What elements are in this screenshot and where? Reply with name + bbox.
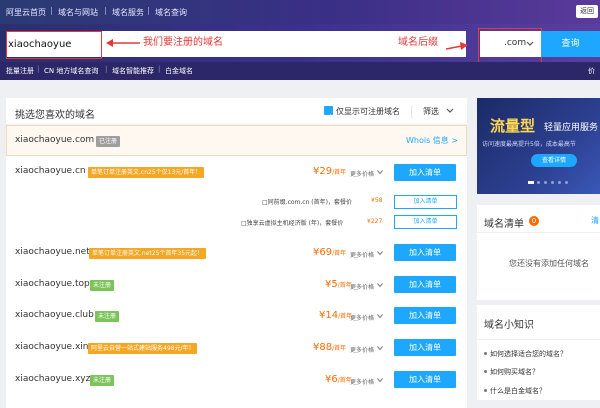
sort-dropdown[interactable]: 筛选 (423, 106, 439, 117)
price: ¥14/首年 (319, 310, 353, 321)
breadcrumb-current: 域名查询 (155, 8, 187, 17)
knowledge-link[interactable]: 什么是白金域名？ (490, 386, 546, 396)
combo-price: ¥227 (367, 218, 383, 225)
chevron-down-icon (377, 283, 383, 288)
status-badge: 未注册 (90, 375, 115, 386)
knowledge-title: 域名小知识 (484, 320, 534, 331)
combo-offer-text[interactable]: □同前缀.com.cn (首年)，套餐价 (262, 197, 352, 206)
add-to-list-button[interactable]: 加入清单 (394, 244, 456, 261)
domain-name: xiaochaoyue.xin (15, 342, 89, 352)
annotation-suffix: 域名后缀 (398, 37, 438, 48)
more-price-link[interactable]: 更多价格 (350, 313, 374, 322)
cart-clear-link[interactable]: 清 (591, 215, 599, 226)
knowledge-link[interactable]: 如何选择适合您的域名？ (490, 349, 567, 359)
price: ¥88/首年 (313, 342, 347, 353)
status-badge: 已注册 (96, 136, 121, 147)
cart-empty-message: 您还没有添加任何域名 (509, 259, 589, 268)
price: ¥6/首年 (325, 374, 352, 385)
breadcrumb-separator: | (50, 6, 53, 15)
return-button[interactable]: 返回 (576, 5, 598, 18)
chevron-down-icon (377, 251, 383, 256)
highlight-box-input (6, 31, 102, 59)
subnav-price-link[interactable]: 价 (588, 66, 595, 76)
add-to-list-button[interactable]: 加入清单 (394, 276, 456, 293)
domain-name: xiaochaoyue.xyz (15, 374, 91, 384)
subnav-cn-local[interactable]: CN 地方域名查询 (44, 66, 98, 76)
chevron-down-icon (446, 108, 454, 113)
subnav-smart-recommend[interactable]: 域名智能推荐 (112, 66, 154, 76)
subnav-platinum[interactable]: 白金域名 (165, 66, 193, 76)
breadcrumb-separator: | (104, 6, 107, 15)
more-price-link[interactable]: 更多价格 (350, 169, 374, 178)
whois-link[interactable]: Whois 信息 > (406, 135, 458, 146)
status-badge: 未注册 (95, 311, 120, 322)
add-to-list-button[interactable]: 加入清单 (394, 307, 456, 324)
bullet-icon (484, 389, 487, 392)
banner-subtitle: 轻量应用服务 (544, 123, 599, 133)
combo-add-button[interactable]: 加入清单 (394, 195, 457, 209)
domain-name: xiaochaoyue.cn (15, 166, 86, 176)
breadcrumb-service[interactable]: 域名服务 (112, 7, 144, 18)
breadcrumb-separator: | (147, 6, 150, 15)
domain-name: xiaochaoyue.com (15, 135, 95, 145)
cart-title: 域名清单 (484, 219, 524, 230)
status-badge: 未注册 (90, 280, 115, 291)
domain-name: xiaochaoyue.top (15, 279, 90, 289)
carousel-dot-active[interactable] (528, 181, 534, 184)
carousel-dot[interactable] (565, 181, 568, 184)
more-price-link[interactable]: 更多价格 (350, 377, 374, 386)
subnav-bulk-register[interactable]: 批量注册 (6, 66, 34, 76)
promo-badge: 单笔订单注册英文.cn25个仅13元/首年！ (88, 167, 205, 178)
carousel-dot[interactable] (551, 181, 554, 184)
more-price-link[interactable]: 更多价格 (350, 282, 374, 291)
highlight-box-suffix (478, 28, 542, 66)
bullet-icon (484, 370, 487, 373)
chevron-down-icon (377, 314, 383, 319)
search-button[interactable]: 查询 (541, 31, 600, 57)
carousel-dot[interactable] (537, 181, 540, 184)
add-to-list-button[interactable]: 加入清单 (394, 371, 456, 388)
more-price-link[interactable]: 更多价格 (350, 250, 374, 259)
price: ¥69/首年 (313, 247, 347, 258)
banner-description: 访问速度最高提升5倍，成本最高节 (482, 141, 576, 148)
promo-badge: 阿里云自营一站式建站服务498元/年！ (88, 343, 198, 354)
cart-count-badge: 0 (529, 216, 539, 226)
arrow-left-icon (106, 39, 140, 47)
promo-badge: 单笔订单注册英文.net25个首年35元起！ (89, 248, 207, 259)
domain-name: xiaochaoyue.club (15, 310, 94, 320)
subnav-separator: | (105, 65, 108, 73)
price: ¥29/首年 (313, 166, 347, 177)
banner-details-button[interactable]: 查看详情 (531, 154, 577, 167)
subnav-separator: | (158, 65, 161, 73)
more-price-link[interactable]: 更多价格 (350, 345, 374, 354)
add-to-list-button[interactable]: 加入清单 (394, 339, 456, 356)
combo-price: ¥58 (371, 197, 383, 204)
chevron-down-icon (377, 346, 383, 351)
breadcrumb-home[interactable]: 阿里云首页 (6, 7, 46, 18)
carousel-dot[interactable] (558, 181, 561, 184)
arrow-right-icon (446, 42, 468, 50)
bullet-icon (484, 352, 487, 355)
subnav-separator: | (37, 65, 40, 73)
knowledge-link[interactable]: 如何购买域名？ (490, 367, 539, 377)
annotation-domain: 我们要注册的域名 (143, 37, 223, 48)
chevron-down-icon (377, 170, 383, 175)
domain-name: xiaochaoyue.net (15, 247, 90, 257)
price: ¥5/首年 (325, 279, 352, 290)
checkmark-icon (325, 114, 332, 120)
domain-list-title: 挑选您喜欢的域名 (15, 110, 95, 121)
banner-title: 流量型 (490, 117, 536, 135)
header-divider (411, 106, 412, 118)
breadcrumb-category[interactable]: 域名与网站 (58, 7, 98, 18)
combo-add-button[interactable]: 加入清单 (394, 215, 457, 229)
filter-label[interactable]: 仅显示可注册域名 (336, 106, 400, 117)
filter-checkbox[interactable] (324, 106, 333, 120)
add-to-list-button[interactable]: 加入清单 (394, 164, 456, 181)
chevron-down-icon (377, 378, 383, 383)
carousel-dot[interactable] (544, 181, 547, 184)
combo-offer-text[interactable]: □独享云虚拟主机经济版 (年)，套餐价 (241, 218, 343, 227)
